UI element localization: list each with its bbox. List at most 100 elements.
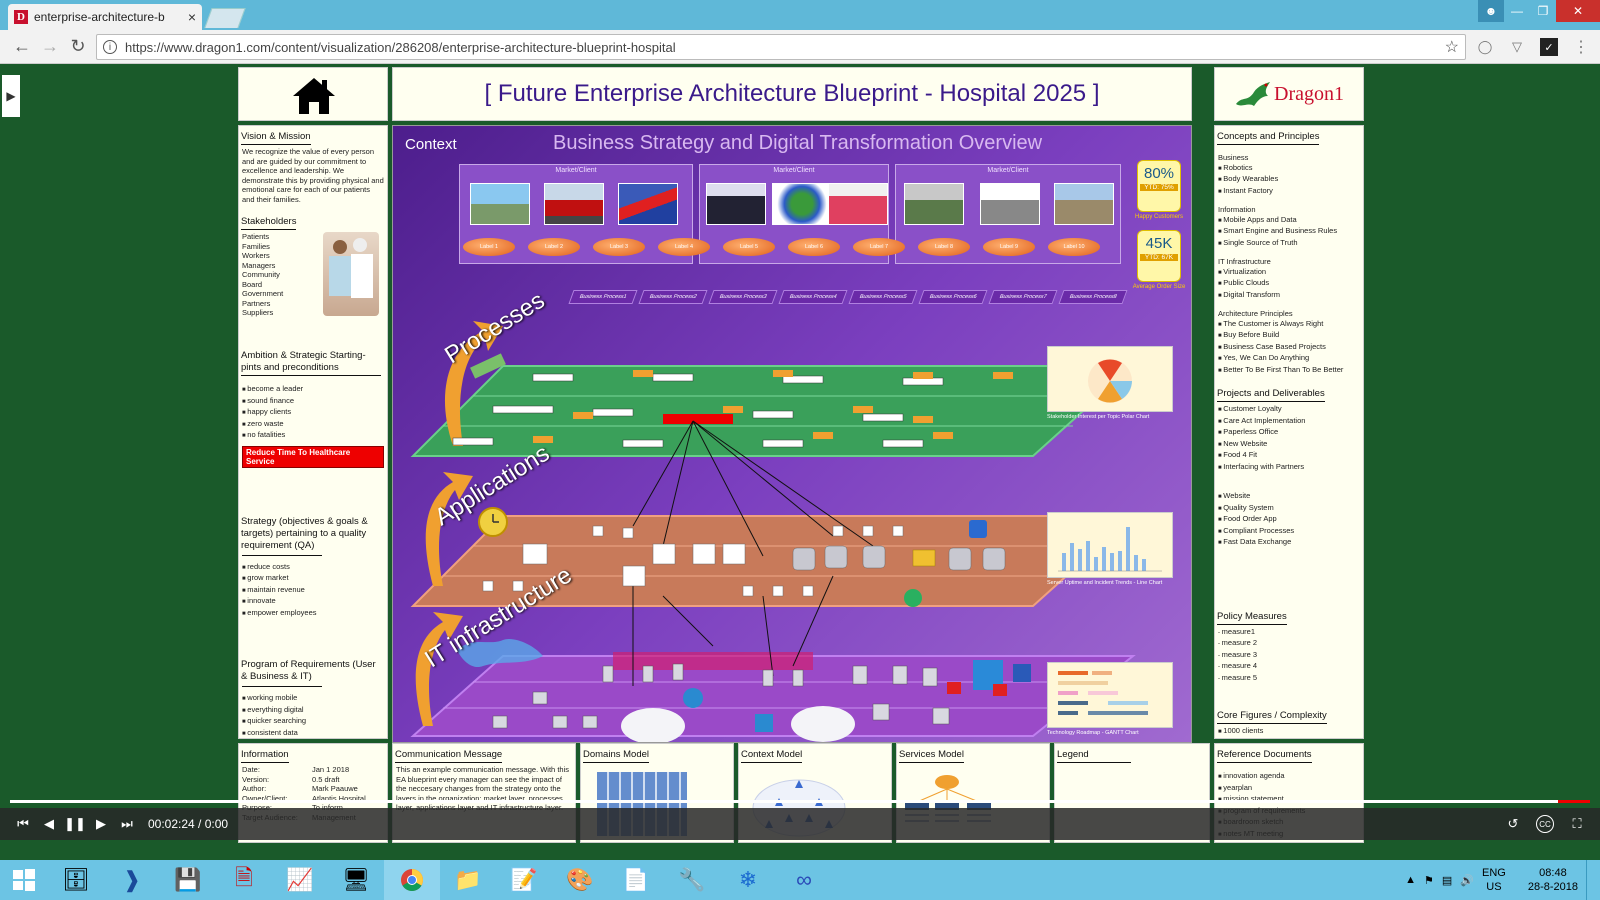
- menu-icon[interactable]: ⋮: [1572, 38, 1590, 56]
- list-item: Virtualization: [1218, 267, 1360, 279]
- info-value: 0.5 draft: [312, 774, 340, 784]
- bookmark-star-icon[interactable]: ☆: [1445, 37, 1459, 57]
- info-icon[interactable]: i: [103, 40, 117, 54]
- notes-app-icon[interactable]: 📄: [608, 860, 664, 900]
- policy-heading: Policy Measures: [1217, 611, 1287, 625]
- paint-app-icon[interactable]: 🎨: [552, 860, 608, 900]
- chart-app-icon[interactable]: 📈: [272, 860, 328, 900]
- core-heading: Core Figures / Complexity: [1217, 710, 1327, 724]
- list-item: measure 2: [1218, 638, 1360, 650]
- clock-date: 28-8-2018: [1527, 881, 1578, 893]
- browser-tab[interactable]: D enterprise-architecture-b ×: [8, 4, 202, 30]
- polar-chart-thumbnail[interactable]: [1047, 346, 1173, 412]
- deliverables-list: WebsiteQuality SystemFood Order AppCompl…: [1215, 491, 1363, 549]
- home-icon[interactable]: [291, 76, 337, 116]
- new-tab-button[interactable]: [204, 8, 246, 28]
- list-item: measure 5: [1218, 673, 1360, 685]
- skip-back-icon[interactable]: ⏮: [10, 816, 36, 832]
- powershell-app-icon[interactable]: ❱: [104, 860, 160, 900]
- list-item: Better To Be First Than To Be Better: [1218, 365, 1360, 377]
- clock-time: 08:48: [1539, 867, 1567, 879]
- address-bar[interactable]: i https://www.dragon1.com/content/visual…: [96, 34, 1466, 60]
- step-back-icon[interactable]: ◀: [36, 816, 62, 832]
- clock[interactable]: 08:48 28-8-2018: [1528, 866, 1578, 894]
- it-list: VirtualizationPublic CloudsDigital Trans…: [1215, 267, 1363, 302]
- list-item: quicker searching: [242, 716, 384, 728]
- forward-icon[interactable]: →: [36, 33, 64, 61]
- captions-icon[interactable]: CC: [1536, 815, 1554, 833]
- arch-list: The Customer is Always RightBuy Before B…: [1215, 319, 1363, 377]
- tab-close-icon[interactable]: ×: [188, 9, 196, 25]
- volume-icon[interactable]: 🔊: [1460, 874, 1474, 887]
- video-progress-bar[interactable]: [10, 800, 1590, 803]
- folder-app-icon[interactable]: 📁: [440, 860, 496, 900]
- projects-heading: Projects and Deliverables: [1217, 388, 1325, 402]
- show-desktop-button[interactable]: [1586, 860, 1592, 900]
- list-item: Customer Loyalty: [1218, 404, 1360, 416]
- list-item: reduce costs: [242, 562, 384, 574]
- pause-icon[interactable]: ❚❚: [62, 816, 88, 832]
- video-progress-fill: [10, 800, 1559, 803]
- projects-list: Customer LoyaltyCare Act ImplementationP…: [1215, 404, 1363, 473]
- red-highlight-bar: Reduce Time To Healthcare Service: [242, 445, 384, 468]
- notepad-app-icon[interactable]: 📝: [496, 860, 552, 900]
- policy-list: measure1measure 2measure 3measure 4measu…: [1215, 627, 1363, 685]
- context-model-heading: Context Model: [741, 749, 803, 763]
- skip-forward-icon[interactable]: ⏭: [114, 816, 140, 832]
- restore-icon[interactable]: ❐: [1530, 0, 1556, 22]
- dragon-logo-icon: [1236, 82, 1270, 106]
- information-list: Mobile Apps and DataSmart Engine and Bus…: [1215, 215, 1363, 250]
- monitor-app-icon[interactable]: 🖥: [328, 860, 384, 900]
- network-app-icon[interactable]: ❄: [720, 860, 776, 900]
- list-item: yearplan: [1218, 783, 1360, 795]
- fullscreen-icon[interactable]: ⛶: [1564, 816, 1590, 832]
- tools-app-icon[interactable]: 🔧: [664, 860, 720, 900]
- extension-check-icon[interactable]: ✓: [1540, 38, 1558, 56]
- vision-text: We recognize the value of every person a…: [242, 147, 384, 204]
- list-item: The Customer is Always Right: [1218, 319, 1360, 331]
- tab-title: enterprise-architecture-b: [34, 10, 165, 24]
- cloud-icon: [791, 706, 855, 742]
- network-icon[interactable]: ▤: [1442, 874, 1452, 887]
- concepts-heading: Concepts and Principles: [1217, 131, 1320, 145]
- extension-filter-icon[interactable]: ▽: [1508, 38, 1526, 56]
- list-item: Quality System: [1218, 503, 1360, 515]
- list-item: Digital Transform: [1218, 290, 1360, 302]
- list-item: Yes, We Can Do Anything: [1218, 353, 1360, 365]
- pdf-app-icon[interactable]: 🗎: [216, 860, 272, 900]
- extension-circle-icon[interactable]: ◯: [1476, 38, 1494, 56]
- title-panel: [ Future Enterprise Architecture Bluepri…: [392, 67, 1192, 121]
- line-chart-thumbnail[interactable]: [1047, 512, 1173, 578]
- minimize-icon[interactable]: —: [1504, 0, 1530, 22]
- list-item: Single Source of Truth: [1218, 238, 1360, 250]
- window-controls: ☻ — ❐ ✕: [1478, 0, 1600, 22]
- list-item: Food 4 Fit: [1218, 450, 1360, 462]
- list-item: measure1: [1218, 627, 1360, 639]
- information-label: Information: [1218, 205, 1256, 214]
- flag-icon[interactable]: ⚑: [1424, 874, 1434, 887]
- sidebar-toggle-icon[interactable]: ▶: [2, 75, 20, 117]
- language-indicator[interactable]: ENG US: [1482, 866, 1506, 894]
- chrome-app-icon[interactable]: [384, 860, 440, 900]
- browser-titlebar: D enterprise-architecture-b × ☻ — ❐ ✕: [0, 0, 1600, 30]
- mail-icon: [912, 549, 936, 567]
- information-heading: Information: [241, 749, 289, 763]
- system-tray: ▲ ⚑ ▤ 🔊 ENG US 08:48 28-8-2018: [1405, 860, 1592, 900]
- save-app-icon[interactable]: 💾: [160, 860, 216, 900]
- business-list: RoboticsBody WearablesInstant Factory: [1215, 163, 1363, 198]
- url-text: https://www.dragon1.com/content/visualiz…: [125, 39, 676, 55]
- reload-icon[interactable]: ↻: [64, 33, 92, 61]
- replay-icon[interactable]: ↺: [1500, 816, 1526, 832]
- window-close-icon[interactable]: ✕: [1556, 0, 1600, 22]
- gantt-chart-thumbnail[interactable]: [1047, 662, 1173, 728]
- arch-label: Architecture Principles: [1218, 309, 1293, 318]
- back-icon[interactable]: ←: [8, 33, 36, 61]
- infinity-app-icon[interactable]: ∞: [776, 860, 832, 900]
- tray-up-icon[interactable]: ▲: [1405, 874, 1416, 886]
- play-icon[interactable]: ▶: [88, 816, 114, 832]
- info-value: Jan 1 2018: [312, 765, 350, 774]
- file-explorer-app-icon[interactable]: 🗄: [48, 860, 104, 900]
- domains-heading: Domains Model: [583, 749, 649, 763]
- user-icon[interactable]: ☻: [1478, 0, 1504, 22]
- windows-start-icon[interactable]: [0, 860, 48, 900]
